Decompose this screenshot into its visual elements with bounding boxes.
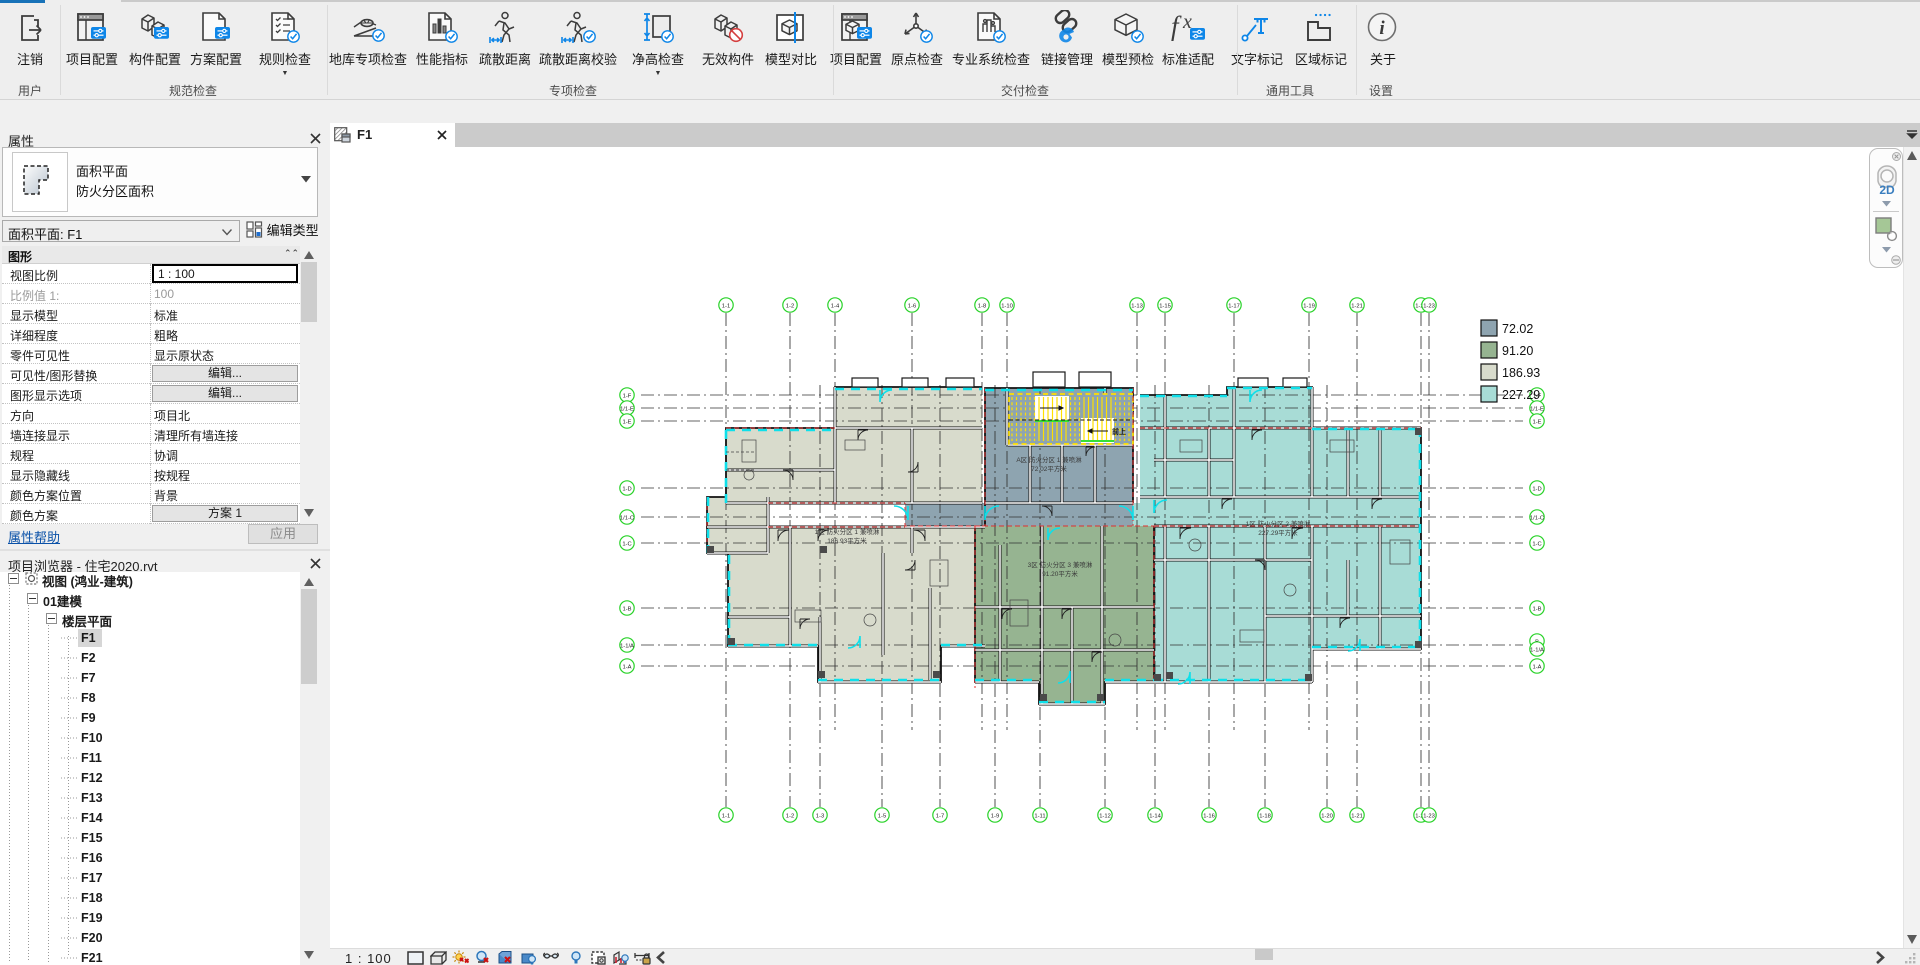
svg-text:1-12: 1-12 [1099,813,1111,819]
svg-text:1区 防火分区 2 兼喷淋: 1区 防火分区 2 兼喷淋 [1246,519,1311,528]
svg-text:1-11: 1-11 [1034,813,1045,819]
svg-text:1/1-C: 1/1-C [620,515,634,521]
svg-text:1-B: 1-B [622,606,631,612]
svg-text:1-2: 1-2 [786,813,794,819]
svg-text:91.20平方米: 91.20平方米 [1042,569,1078,578]
svg-text:1-18: 1-18 [1259,813,1271,819]
svg-text:1-D: 1-D [1532,486,1541,492]
svg-text:1-23: 1-23 [1423,813,1435,819]
svg-text:1-A: 1-A [1532,664,1541,670]
svg-text:1-1/A: 1-1/A [1530,647,1544,653]
svg-text:1-1: 1-1 [722,813,730,819]
svg-text:A区 防火分区 1 兼喷淋: A区 防火分区 1 兼喷淋 [1016,455,1082,464]
svg-text:227.29: 227.29 [1502,388,1540,402]
svg-text:1-16: 1-16 [1203,813,1215,819]
svg-text:1-C: 1-C [1532,541,1541,547]
svg-text:1/1-E: 1/1-E [1530,406,1544,412]
svg-text:72.02平方米: 72.02平方米 [1031,464,1067,473]
svg-text:1-3: 1-3 [816,813,824,819]
svg-text:1-1: 1-1 [722,303,730,309]
svg-text:i: i [1379,18,1385,39]
svg-text:1-14: 1-14 [1149,813,1161,819]
svg-text:1-21: 1-21 [1351,303,1363,309]
svg-text:1-20: 1-20 [1321,813,1333,819]
svg-text:91.20: 91.20 [1502,344,1533,358]
svg-text:1-9: 1-9 [991,813,999,819]
svg-text:1-23: 1-23 [1423,303,1435,309]
svg-text:前上: 前上 [1112,427,1126,436]
svg-text:1-E: 1-E [1532,419,1541,425]
svg-text:1-10: 1-10 [1001,303,1013,309]
svg-text:1-B: 1-B [1532,606,1541,612]
svg-text:1区 防火分区 1 兼喷淋: 1区 防火分区 1 兼喷淋 [815,527,880,536]
svg-text:1-17: 1-17 [1228,303,1240,309]
svg-text:1-F: 1-F [623,393,632,399]
svg-text:1-E: 1-E [622,419,631,425]
svg-text:186.93: 186.93 [1502,366,1540,380]
svg-text:1-21: 1-21 [1351,813,1363,819]
svg-text:1-D: 1-D [622,486,631,492]
svg-text:1-5: 1-5 [878,813,886,819]
svg-text:186.93平方米: 186.93平方米 [827,536,867,545]
svg-text:1-13: 1-13 [1131,303,1143,309]
svg-text:1-A: 1-A [622,664,631,670]
svg-text:1-4: 1-4 [831,303,840,309]
svg-text:1-15: 1-15 [1159,303,1171,309]
svg-text:1-19: 1-19 [1303,303,1315,309]
svg-text:72.02: 72.02 [1502,322,1533,336]
svg-text:1-8: 1-8 [978,303,986,309]
svg-text:f: f [1171,11,1182,41]
svg-text:1-7: 1-7 [936,813,944,819]
svg-text:1/1-C: 1/1-C [1530,515,1544,521]
svg-text:227.29平方米: 227.29平方米 [1258,528,1298,537]
svg-text:2D: 2D [1879,183,1895,197]
svg-text:1-1/A: 1-1/A [620,643,634,649]
svg-text:3区 防火分区 3 兼喷淋: 3区 防火分区 3 兼喷淋 [1028,560,1093,569]
svg-text:1-6: 1-6 [908,303,916,309]
svg-text:1-C: 1-C [622,541,631,547]
svg-text:1/1-E: 1/1-E [620,406,634,412]
svg-text:1-2: 1-2 [786,303,794,309]
